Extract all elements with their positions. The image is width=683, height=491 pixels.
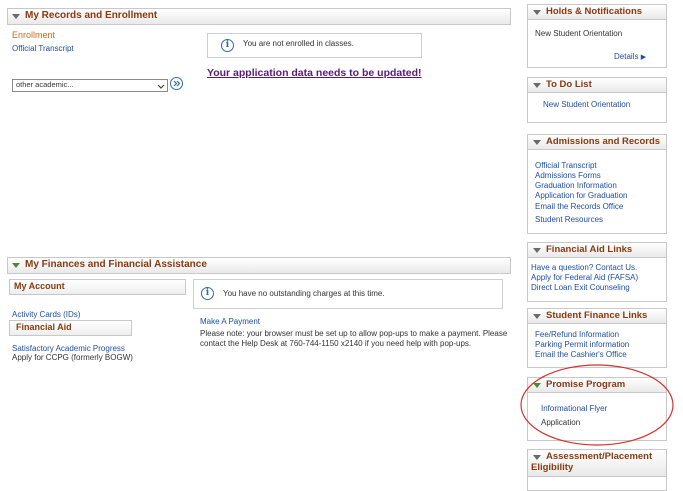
- chevron-down-icon: [157, 84, 165, 89]
- popup-note-line2: contact the Help Desk at 760-744-1150 x2…: [200, 339, 472, 348]
- promise-panel-header[interactable]: Promise Program: [528, 378, 666, 393]
- finaid-link-exit-counseling[interactable]: Direct Loan Exit Counseling: [531, 283, 630, 292]
- todo-item[interactable]: New Student Orientation: [543, 100, 630, 109]
- no-charges-text: You have no outstanding charges at this …: [223, 289, 385, 298]
- arrow-right-icon: ▶: [640, 54, 647, 61]
- collapse-triangle-icon[interactable]: [12, 14, 20, 19]
- promise-title: Promise Program: [546, 379, 626, 390]
- collapse-triangle-icon[interactable]: [533, 248, 541, 253]
- records-section-title: My Records and Enrollment: [25, 10, 158, 21]
- admissions-link-resources[interactable]: Student Resources: [535, 215, 603, 224]
- financial-aid-title: Financial Aid: [16, 322, 72, 332]
- admissions-title: Admissions and Records: [546, 136, 661, 147]
- official-transcript-link[interactable]: Official Transcript: [12, 44, 74, 53]
- details-label: Details: [614, 52, 639, 61]
- my-account-title: My Account: [14, 281, 65, 291]
- todo-panel: To Do List New Student Orientation: [527, 77, 667, 123]
- finances-section-title: My Finances and Financial Assistance: [25, 259, 207, 270]
- todo-title: To Do List: [546, 79, 592, 90]
- academic-select[interactable]: other academic...: [12, 79, 168, 92]
- finaid-panel-header[interactable]: Financial Aid Links: [528, 243, 666, 258]
- todo-panel-header[interactable]: To Do List: [528, 78, 666, 93]
- holds-panel-header[interactable]: Holds & Notifications: [528, 5, 666, 20]
- finance-links-panel-header[interactable]: Student Finance Links: [528, 309, 666, 324]
- finances-section-header[interactable]: My Finances and Financial Assistance: [7, 257, 511, 274]
- promise-link-flyer[interactable]: Informational Flyer: [541, 404, 607, 413]
- info-icon: i: [221, 39, 234, 52]
- holds-title: Holds & Notifications: [546, 6, 643, 17]
- not-enrolled-message: i You are not enrolled in classes.: [207, 33, 422, 58]
- sap-link[interactable]: Satisfactory Academic Progress: [12, 344, 125, 353]
- promise-application[interactable]: Application: [541, 418, 580, 427]
- info-icon: i: [201, 287, 214, 300]
- collapse-triangle-icon[interactable]: [533, 455, 541, 460]
- admissions-link-email[interactable]: Email the Records Office: [535, 202, 623, 211]
- finance-link-cashier[interactable]: Email the Cashier's Office: [535, 350, 627, 359]
- no-charges-message: i You have no outstanding charges at thi…: [193, 279, 503, 309]
- ccpg-text[interactable]: Apply for CCPG (formerly BOGW): [12, 353, 133, 362]
- popup-note-line1: Please note: your browser must be set up…: [200, 329, 508, 338]
- finaid-link-contact[interactable]: Have a question? Contact Us.: [531, 263, 637, 272]
- admissions-link-forms[interactable]: Admissions Forms: [535, 171, 601, 180]
- expanded-triangle-icon[interactable]: [533, 383, 541, 388]
- activity-cards-link[interactable]: Activity Cards (IDs): [12, 310, 80, 319]
- academic-select-value: other academic...: [16, 80, 74, 89]
- admissions-link-transcript[interactable]: Official Transcript: [535, 161, 597, 170]
- details-link[interactable]: Details ▶: [614, 52, 646, 61]
- finance-link-fees[interactable]: Fee/Refund Information: [535, 330, 619, 339]
- make-payment-link[interactable]: Make A Payment: [200, 317, 260, 326]
- assessment-title-line2: Eligibility: [531, 462, 574, 473]
- admissions-panel: Admissions and Records Official Transcri…: [527, 134, 667, 234]
- finance-link-parking[interactable]: Parking Permit information: [535, 340, 629, 349]
- finaid-title: Financial Aid Links: [546, 244, 633, 255]
- finaid-link-fafsa[interactable]: Apply for Federal Aid (FAFSA): [531, 273, 638, 282]
- admissions-panel-header[interactable]: Admissions and Records: [528, 135, 666, 150]
- holds-item: New Student Orientation: [535, 29, 623, 38]
- finance-links-title: Student Finance Links: [546, 310, 648, 321]
- holds-panel: Holds & Notifications New Student Orient…: [527, 4, 667, 68]
- promise-panel: Promise Program Informational Flyer Appl…: [527, 377, 667, 441]
- not-enrolled-text: You are not enrolled in classes.: [243, 39, 354, 48]
- collapse-triangle-icon[interactable]: [533, 140, 541, 145]
- expanded-triangle-icon[interactable]: [12, 263, 20, 268]
- update-application-link[interactable]: Your application data needs to be update…: [207, 67, 422, 79]
- go-button[interactable]: [170, 77, 183, 90]
- collapse-triangle-icon[interactable]: [533, 83, 541, 88]
- admissions-link-graduation-info[interactable]: Graduation Information: [535, 181, 617, 190]
- financial-aid-header: Financial Aid: [9, 320, 132, 336]
- double-chevron-right-icon: [173, 80, 181, 87]
- my-account-header: My Account: [9, 279, 186, 295]
- finance-links-panel: Student Finance Links Fee/Refund Informa…: [527, 308, 667, 368]
- records-section-header[interactable]: My Records and Enrollment: [7, 8, 511, 25]
- collapse-triangle-icon[interactable]: [533, 10, 541, 15]
- enrollment-label[interactable]: Enrollment: [12, 30, 55, 40]
- collapse-triangle-icon[interactable]: [533, 314, 541, 319]
- assessment-panel: Assessment/Placement Eligibility: [527, 449, 667, 491]
- assessment-panel-header[interactable]: Assessment/Placement Eligibility: [528, 450, 666, 477]
- assessment-title-line1: Assessment/Placement: [546, 451, 653, 462]
- admissions-link-graduation-app[interactable]: Application for Graduation: [535, 191, 628, 200]
- finaid-panel: Financial Aid Links Have a question? Con…: [527, 242, 667, 302]
